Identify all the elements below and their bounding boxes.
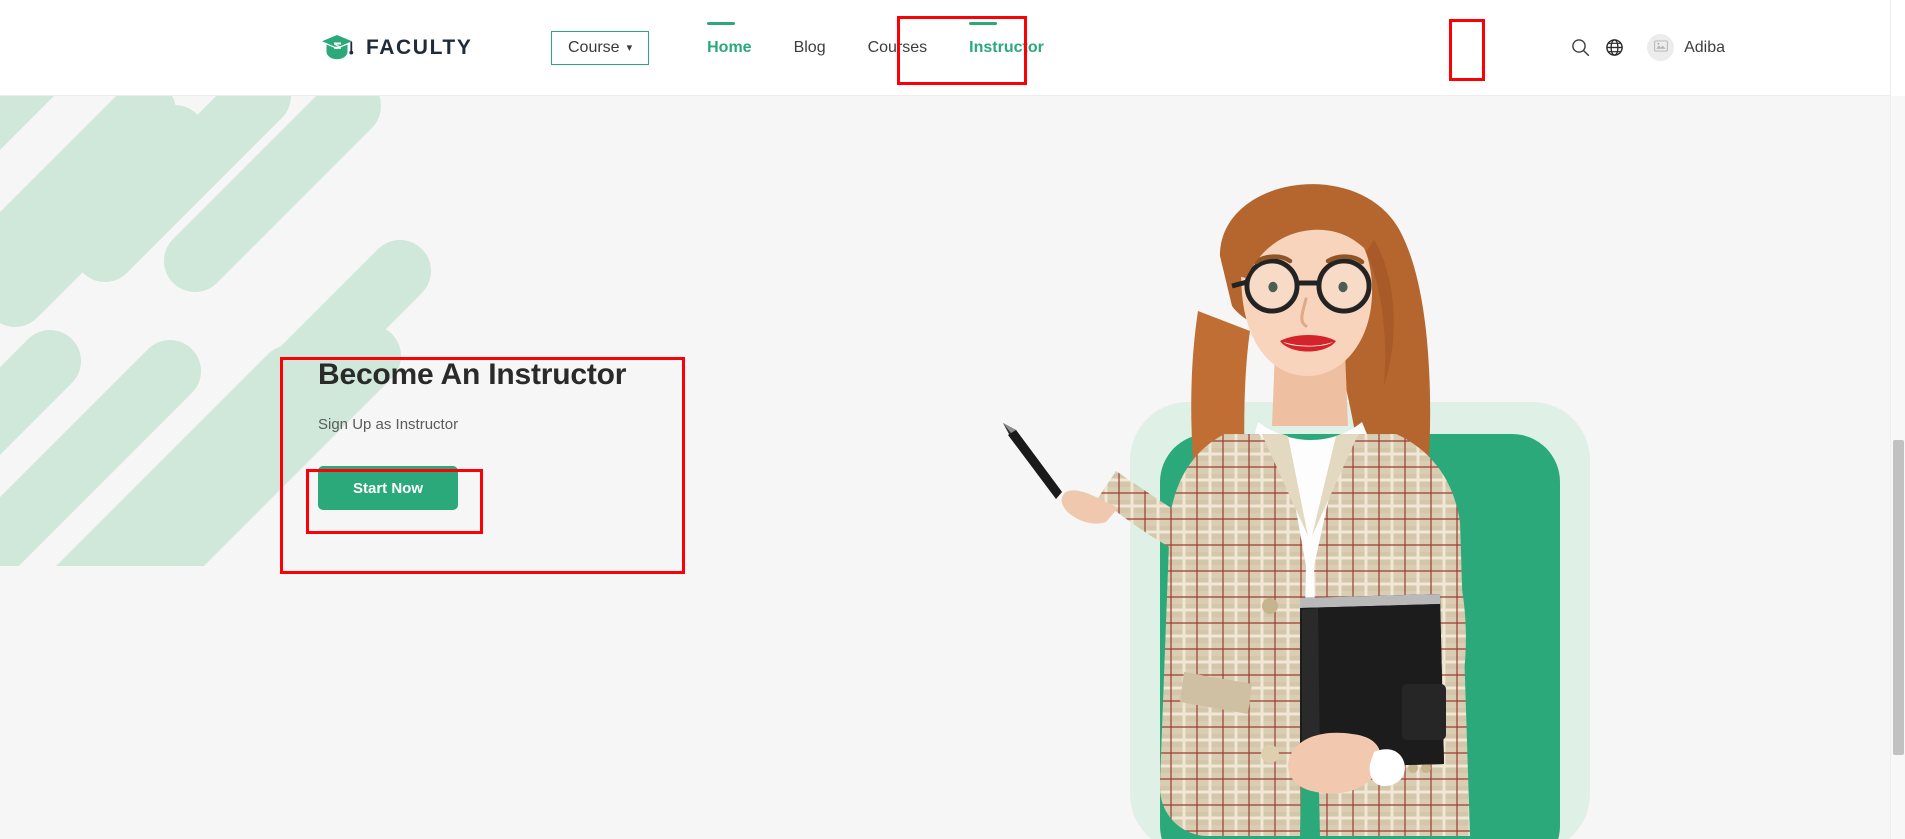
hero-copy: Become An Instructor Sign Up as Instruct… [318,358,678,510]
broken-image-placeholder-icon [1653,39,1668,57]
hero-subtitle: Sign Up as Instructor [318,416,459,433]
main-navigation: Course ▾ Home Blog Courses Instructor [551,21,1065,65]
vertical-scrollbar-thumb[interactable] [1893,440,1904,755]
avatar [1647,34,1675,61]
hero-section: Become An Instructor Sign Up as Instruct… [0,96,1890,839]
scrollbar-header-cap [1890,0,1905,96]
nav-item-instructor[interactable]: Instructor [948,21,1065,57]
search-icon [1571,38,1590,57]
chevron-down-icon: ▾ [626,42,633,54]
header-actions: Adiba [1563,31,1725,65]
hero-artwork [1003,136,1720,839]
site-header: FACULTY Course ▾ Home Blog Courses Instr… [0,0,1890,96]
page-root: FACULTY Course ▾ Home Blog Courses Instr… [0,0,1905,839]
instructor-photo [1003,184,1470,836]
pen [1003,423,1062,499]
course-dropdown-button[interactable]: Course ▾ [551,30,650,65]
brand-logo-link[interactable]: FACULTY [320,33,472,63]
brand-name: FACULTY [366,35,473,59]
nav-item-home[interactable]: Home [686,21,772,57]
globe-icon [1605,38,1624,57]
nav-item-courses[interactable]: Courses [847,39,949,57]
vertical-scrollbar-track[interactable] [1890,96,1905,839]
graduation-cap-icon [320,33,354,63]
start-now-button[interactable]: Start Now [318,466,458,510]
nav-item-blog[interactable]: Blog [773,39,847,57]
search-button[interactable] [1563,31,1597,65]
user-menu[interactable]: Adiba [1647,34,1725,61]
nav-links: Home Blog Courses Instructor [686,21,1065,57]
page-title: Become An Instructor [318,358,627,391]
course-dropdown-label: Course [568,38,620,56]
language-button[interactable] [1597,31,1631,65]
user-name: Adiba [1684,38,1725,56]
